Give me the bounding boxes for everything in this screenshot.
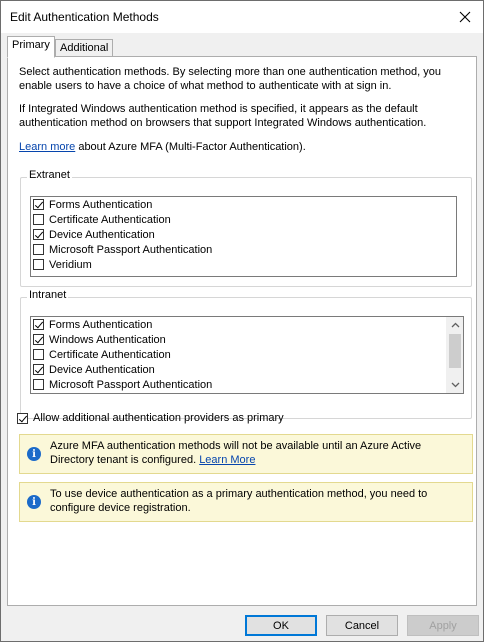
intranet-method-label: Device Authentication <box>49 363 155 376</box>
intranet-scrollbar[interactable] <box>446 317 463 393</box>
azure-mfa-learn-more-link[interactable]: Learn More <box>199 454 255 466</box>
device-registration-info-banner: i To use device authentication as a prim… <box>19 482 473 522</box>
intranet-method-label: Microsoft Passport Authentication <box>49 378 213 391</box>
extranet-method-label: Device Authentication <box>49 228 155 241</box>
intranet-method-label: Windows Authentication <box>49 333 166 346</box>
extranet-method-checkbox[interactable] <box>33 229 44 240</box>
intranet-method-checkbox[interactable] <box>33 319 44 330</box>
extranet-method-row[interactable]: Microsoft Passport Authentication <box>31 242 456 257</box>
intranet-method-row[interactable]: Forms Authentication <box>31 317 463 332</box>
intranet-method-row[interactable]: Device Authentication <box>31 362 463 377</box>
extranet-method-list[interactable]: Forms Authentication Certificate Authenti… <box>30 196 457 277</box>
ok-button[interactable]: OK <box>245 615 317 636</box>
extranet-method-label: Microsoft Passport Authentication <box>49 243 213 256</box>
azure-mfa-info-banner: i Azure MFA authentication methods will … <box>19 434 473 474</box>
intranet-method-label: Certificate Authentication <box>49 348 171 361</box>
allow-additional-providers-checkbox[interactable] <box>17 412 28 424</box>
intranet-method-row[interactable]: Microsoft Passport Authentication <box>31 377 463 392</box>
intro-paragraph-1: Select authentication methods. By select… <box>19 66 441 92</box>
azure-mfa-info-text: Azure MFA authentication methods will no… <box>50 439 465 467</box>
intro-paragraph-2: If Integrated Windows authentication met… <box>19 103 427 129</box>
chevron-up-icon <box>451 322 459 328</box>
device-registration-info-text: To use device authentication as a primar… <box>50 488 428 514</box>
apply-button[interactable]: Apply <box>407 615 479 636</box>
chevron-down-icon <box>451 382 459 388</box>
extranet-method-checkbox[interactable] <box>33 214 44 225</box>
extranet-method-row[interactable]: Certificate Authentication <box>31 212 456 227</box>
intranet-rows: Forms Authentication Windows Authenticati… <box>31 317 463 392</box>
intranet-group: Intranet Forms Authentication Windows Aut… <box>20 289 472 419</box>
extranet-method-label: Certificate Authentication <box>49 213 171 226</box>
intranet-method-checkbox[interactable] <box>33 379 44 390</box>
extranet-method-checkbox[interactable] <box>33 244 44 255</box>
extranet-group-label: Extranet <box>27 169 72 181</box>
extranet-method-row[interactable]: Forms Authentication <box>31 197 456 212</box>
allow-additional-providers-option[interactable]: Allow additional authentication provider… <box>17 412 284 424</box>
intranet-method-checkbox[interactable] <box>33 364 44 375</box>
title-bar: Edit Authentication Methods <box>1 1 483 33</box>
allow-additional-providers-label: Allow additional authentication provider… <box>33 412 284 424</box>
extranet-method-label: Veridium <box>49 258 92 271</box>
info-icon: i <box>27 447 41 461</box>
intranet-method-checkbox[interactable] <box>33 349 44 360</box>
close-button[interactable] <box>451 4 479 30</box>
close-icon <box>459 11 471 23</box>
cancel-button[interactable]: Cancel <box>326 615 398 636</box>
intranet-method-row[interactable]: Windows Authentication <box>31 332 463 347</box>
extranet-method-row[interactable]: Veridium <box>31 257 456 272</box>
edit-authentication-methods-dialog: Edit Authentication Methods Primary Addi… <box>0 0 484 642</box>
tab-primary[interactable]: Primary <box>7 36 55 58</box>
intranet-method-checkbox[interactable] <box>33 334 44 345</box>
dialog-client-area: Primary Additional Select authentication… <box>1 33 483 641</box>
extranet-method-row[interactable]: Device Authentication <box>31 227 456 242</box>
extranet-method-checkbox[interactable] <box>33 199 44 210</box>
scroll-thumb[interactable] <box>449 334 461 368</box>
learn-more-line: Learn more about Azure MFA (Multi-Factor… <box>19 140 469 154</box>
learn-more-link[interactable]: Learn more <box>19 141 75 153</box>
learn-more-suffix: about Azure MFA (Multi-Factor Authentica… <box>75 141 306 153</box>
intranet-group-label: Intranet <box>27 289 69 301</box>
intranet-method-row[interactable]: Certificate Authentication <box>31 347 463 362</box>
scroll-down-button[interactable] <box>447 377 463 393</box>
primary-tab-panel: Select authentication methods. By select… <box>7 56 477 606</box>
window-title: Edit Authentication Methods <box>10 10 159 24</box>
extranet-method-label: Forms Authentication <box>49 198 153 211</box>
extranet-group: Extranet Forms Authentication Certificate… <box>20 169 472 287</box>
info-icon: i <box>27 495 41 509</box>
intranet-method-label: Forms Authentication <box>49 318 153 331</box>
scroll-up-button[interactable] <box>447 317 463 333</box>
extranet-method-checkbox[interactable] <box>33 259 44 270</box>
intranet-method-list[interactable]: Forms Authentication Windows Authenticati… <box>30 316 464 394</box>
